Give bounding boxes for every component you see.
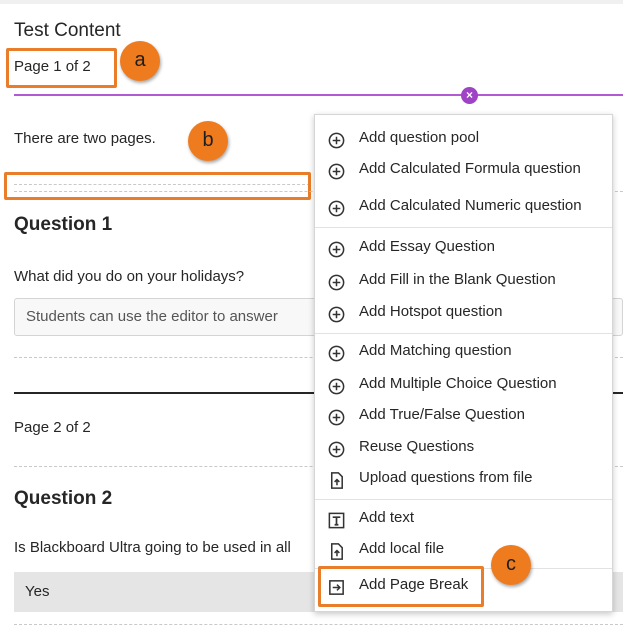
menu-item-label: Add Multiple Choice Question	[359, 375, 557, 392]
plus-circle-icon	[328, 274, 345, 291]
menu-item-label: Add Matching question	[359, 342, 512, 359]
callout-a: a	[120, 41, 160, 81]
menu-item-add-true-false[interactable]: Add True/False Question	[315, 403, 612, 431]
plus-circle-icon	[328, 306, 345, 323]
plus-circle-icon	[328, 132, 345, 149]
top-bar	[0, 0, 623, 4]
question-2-title: Question 2	[14, 488, 113, 509]
menu-item-add-local-file[interactable]: Add local file	[315, 537, 612, 565]
close-icon[interactable]: ×	[461, 87, 478, 104]
plus-circle-icon	[328, 241, 345, 258]
question-2-prompt: Is Blackboard Ultra going to be used in …	[14, 539, 291, 556]
menu-item-label: Add Calculated Formula question	[359, 160, 581, 177]
menu-separator	[315, 333, 612, 334]
menu-item-reuse-questions[interactable]: Reuse Questions	[315, 435, 612, 463]
menu-item-add-fill-in-blank[interactable]: Add Fill in the Blank Question	[315, 268, 612, 296]
highlight-box-a	[6, 48, 117, 88]
menu-item-label: Add True/False Question	[359, 406, 525, 423]
menu-item-label: Upload questions from file	[359, 469, 533, 486]
menu-item-label: Add local file	[359, 540, 445, 557]
question-1-prompt: What did you do on your holidays?	[14, 268, 245, 285]
menu-item-add-matching[interactable]: Add Matching question	[315, 339, 612, 367]
menu-separator	[315, 227, 612, 228]
menu-item-add-hotspot[interactable]: Add Hotspot question	[315, 300, 612, 328]
page-2-label: Page 2 of 2	[14, 419, 91, 436]
menu-separator	[315, 499, 612, 500]
menu-item-label: Add text	[359, 509, 415, 526]
menu-item-add-question-pool[interactable]: Add question pool	[315, 126, 612, 154]
plus-circle-icon	[328, 163, 345, 180]
menu-item-label: Add Essay Question	[359, 238, 495, 255]
plus-circle-icon	[328, 409, 345, 426]
intro-text: There are two pages.	[14, 130, 156, 147]
menu-item-add-essay[interactable]: Add Essay Question	[315, 235, 612, 263]
add-content-menu: Add question pool Add Calculated Formula…	[314, 114, 613, 612]
menu-item-add-multiple-choice[interactable]: Add Multiple Choice Question	[315, 372, 612, 400]
menu-item-add-calculated-formula[interactable]: Add Calculated Formula question	[315, 157, 612, 185]
menu-item-label: Reuse Questions	[359, 438, 475, 455]
file-upload-icon	[330, 543, 343, 560]
text-icon	[328, 512, 345, 529]
dashed-divider	[14, 624, 623, 625]
callout-c: c	[491, 545, 531, 585]
section-title: Test Content	[14, 20, 121, 41]
menu-item-add-text[interactable]: Add text	[315, 506, 612, 534]
menu-item-label: Add Calculated Numeric question	[359, 197, 582, 214]
plus-circle-icon	[328, 200, 345, 217]
menu-item-upload-questions[interactable]: Upload questions from file	[315, 466, 612, 494]
callout-b: b	[188, 121, 228, 161]
plus-circle-icon	[328, 441, 345, 458]
menu-item-label: Add Fill in the Blank Question	[359, 271, 556, 288]
highlight-box-b	[4, 172, 311, 200]
file-upload-icon	[330, 472, 343, 489]
menu-item-label: Add question pool	[359, 129, 480, 146]
plus-circle-icon	[328, 345, 345, 362]
question-1-title: Question 1	[14, 214, 113, 235]
menu-item-add-calculated-numeric[interactable]: Add Calculated Numeric question	[315, 194, 612, 222]
page-break-line	[14, 94, 623, 96]
menu-item-label: Add Hotspot question	[359, 303, 503, 320]
highlight-box-c	[318, 566, 484, 607]
plus-circle-icon	[328, 378, 345, 395]
